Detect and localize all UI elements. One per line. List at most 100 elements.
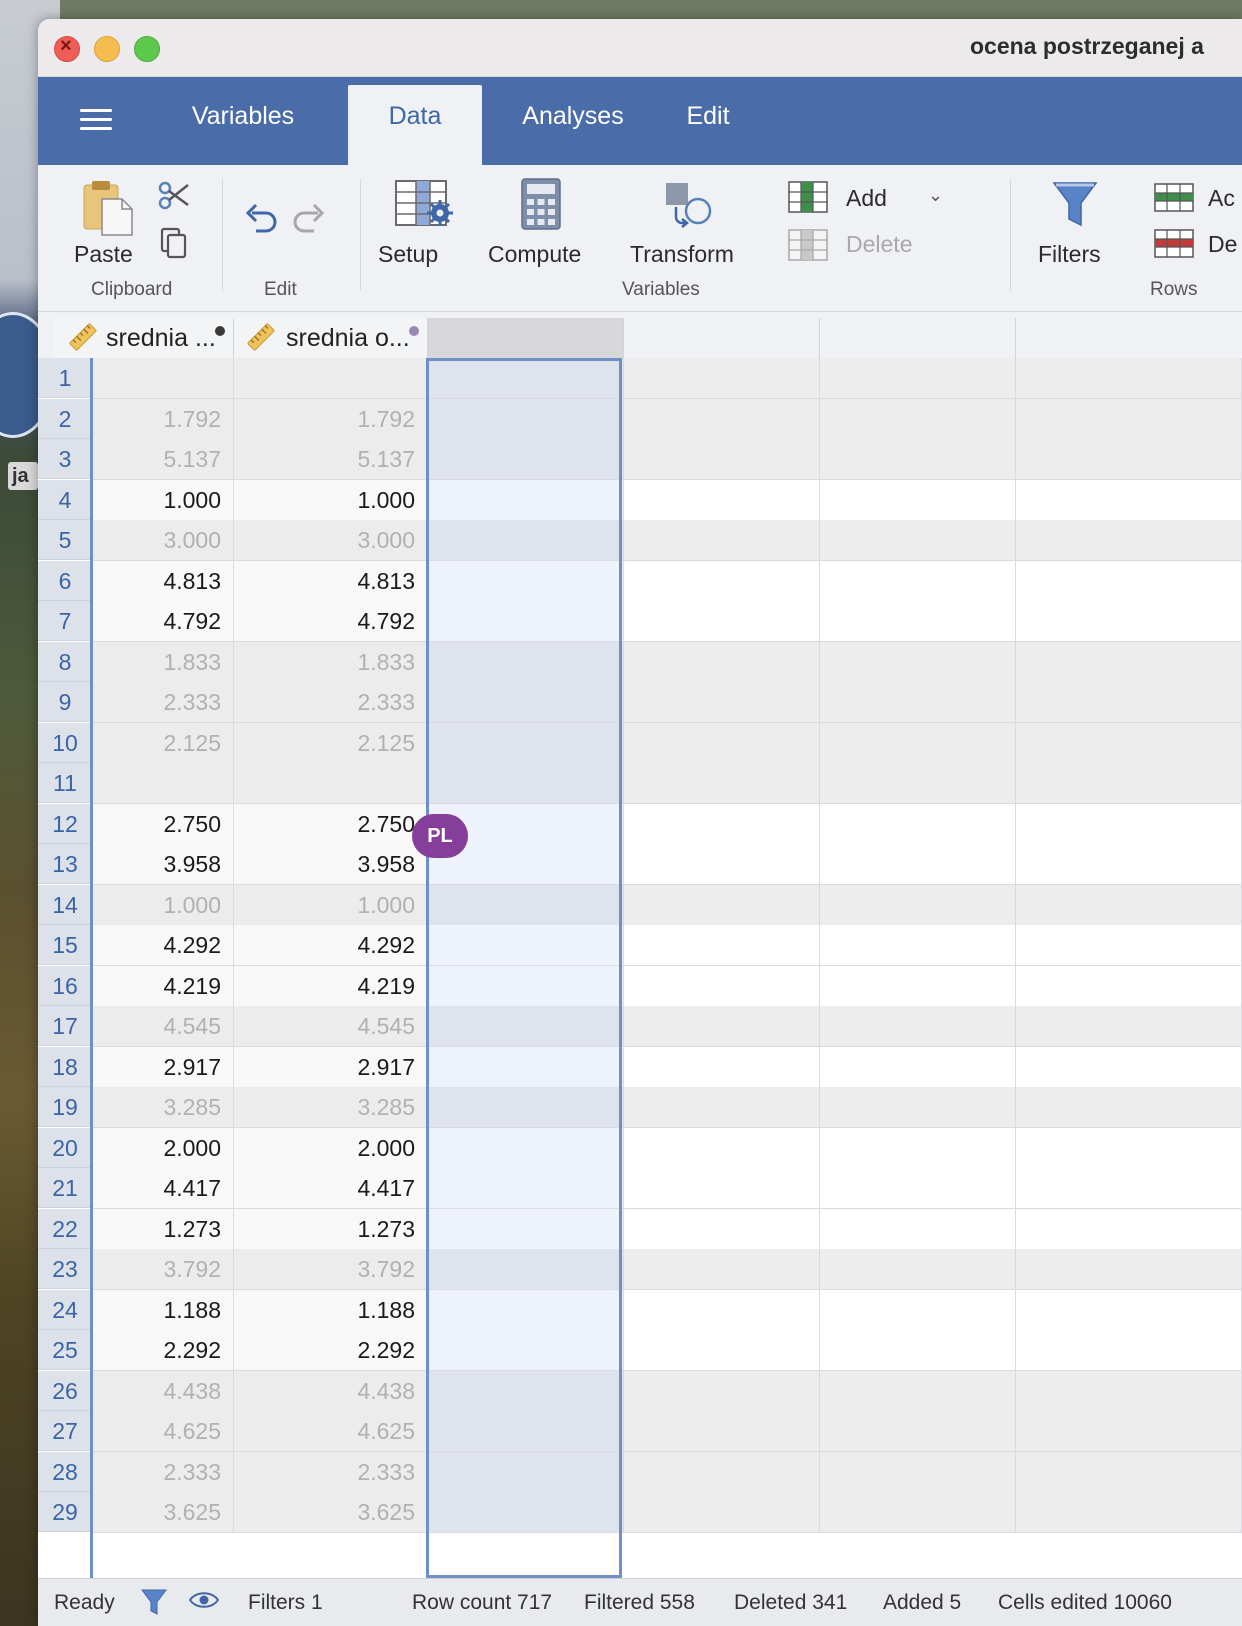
empty-cell[interactable]	[820, 844, 1016, 885]
data-cell[interactable]: 4.813	[234, 560, 428, 602]
row-number[interactable]: 27	[38, 1411, 92, 1451]
redo-icon[interactable]	[292, 201, 326, 240]
empty-cell[interactable]	[428, 1046, 624, 1088]
empty-cell[interactable]	[820, 682, 1016, 723]
empty-cell[interactable]	[624, 1411, 820, 1452]
empty-cell[interactable]	[1016, 1046, 1242, 1088]
row-number[interactable]: 3	[38, 439, 92, 479]
row-number[interactable]: 1	[38, 358, 92, 398]
eye-icon[interactable]	[188, 1589, 220, 1617]
empty-cell[interactable]	[1016, 1127, 1242, 1169]
empty-cell[interactable]	[820, 1087, 1016, 1128]
empty-cell[interactable]	[428, 439, 624, 480]
empty-cell[interactable]	[624, 1249, 820, 1290]
data-cell[interactable]: 2.333	[92, 682, 234, 723]
empty-cell[interactable]	[428, 965, 624, 1007]
empty-cell[interactable]	[820, 398, 1016, 440]
empty-cell[interactable]	[428, 1451, 624, 1493]
empty-cell[interactable]	[624, 1127, 820, 1169]
data-cell[interactable]: 2.917	[234, 1046, 428, 1088]
data-cell[interactable]: 1.000	[234, 479, 428, 521]
empty-cell[interactable]	[624, 1208, 820, 1250]
empty-cell[interactable]	[820, 1370, 1016, 1412]
data-cell[interactable]: 5.137	[92, 439, 234, 480]
row-number[interactable]: 22	[38, 1208, 92, 1249]
data-cell[interactable]: 2.333	[92, 1451, 234, 1493]
empty-cell[interactable]	[428, 1208, 624, 1250]
data-cell[interactable]: 2.333	[234, 1451, 428, 1493]
empty-cell[interactable]	[820, 722, 1016, 764]
empty-cell[interactable]	[820, 520, 1016, 561]
data-cell[interactable]: 2.292	[234, 1330, 428, 1371]
empty-cell[interactable]	[820, 803, 1016, 845]
row-number[interactable]: 18	[38, 1046, 92, 1087]
empty-cell[interactable]	[624, 479, 820, 521]
add-column-icon[interactable]	[788, 181, 830, 220]
row-number[interactable]: 11	[38, 763, 92, 803]
empty-cell[interactable]	[428, 520, 624, 561]
empty-cell[interactable]	[1016, 641, 1242, 683]
empty-cell[interactable]	[820, 1127, 1016, 1169]
empty-cell[interactable]	[1016, 1451, 1242, 1493]
zoom-window-button[interactable]	[134, 36, 160, 62]
empty-cell[interactable]	[624, 884, 820, 926]
column-header-empty-selected[interactable]	[428, 318, 624, 358]
empty-cell[interactable]	[624, 1330, 820, 1371]
copy-icon[interactable]	[160, 227, 188, 264]
data-cell[interactable]: 1.000	[92, 884, 234, 926]
empty-cell[interactable]	[1016, 763, 1242, 804]
empty-cell[interactable]	[428, 1411, 624, 1452]
empty-cell[interactable]	[1016, 1492, 1242, 1533]
empty-cell[interactable]	[428, 398, 624, 440]
transform-button[interactable]: Transform	[630, 241, 734, 268]
empty-cell[interactable]	[1016, 358, 1242, 399]
column-header-srednia-1[interactable]: srednia ...	[54, 318, 234, 358]
empty-cell[interactable]	[820, 1289, 1016, 1331]
data-cell[interactable]: 1.000	[92, 479, 234, 521]
empty-cell[interactable]	[820, 439, 1016, 480]
empty-cell[interactable]	[820, 925, 1016, 966]
data-cell[interactable]: 3.625	[234, 1492, 428, 1533]
empty-cell[interactable]	[820, 1492, 1016, 1533]
data-cell[interactable]: 4.625	[92, 1411, 234, 1452]
empty-cell[interactable]	[428, 722, 624, 764]
data-cell[interactable]: 1.188	[92, 1289, 234, 1331]
row-number[interactable]: 8	[38, 641, 92, 682]
data-cell[interactable]: 1.188	[234, 1289, 428, 1331]
data-cell[interactable]: 4.545	[92, 1006, 234, 1047]
data-cell[interactable]: 4.292	[92, 925, 234, 966]
compute-button[interactable]: Compute	[488, 241, 581, 268]
add-row-button[interactable]: Ac	[1208, 185, 1235, 212]
empty-cell[interactable]	[624, 601, 820, 642]
empty-cell[interactable]	[624, 1451, 820, 1493]
data-cell[interactable]	[92, 358, 234, 399]
empty-cell[interactable]	[1016, 1330, 1242, 1371]
empty-cell[interactable]	[820, 1168, 1016, 1209]
add-dropdown-chevron-icon[interactable]: ⌄	[928, 185, 943, 206]
empty-cell[interactable]	[428, 1127, 624, 1169]
empty-cell[interactable]	[820, 884, 1016, 926]
empty-cell[interactable]	[820, 1249, 1016, 1290]
data-cell[interactable]: 2.917	[92, 1046, 234, 1088]
data-cell[interactable]: 3.958	[234, 844, 428, 885]
empty-cell[interactable]	[624, 439, 820, 480]
empty-cell[interactable]	[624, 1087, 820, 1128]
row-number[interactable]: 24	[38, 1289, 92, 1330]
empty-cell[interactable]	[624, 398, 820, 440]
data-cell[interactable]	[92, 763, 234, 804]
filter-status-icon[interactable]	[140, 1587, 168, 1623]
empty-cell[interactable]	[820, 1411, 1016, 1452]
data-cell[interactable]: 1.000	[234, 884, 428, 926]
column-header-empty[interactable]	[820, 318, 1016, 358]
empty-cell[interactable]	[1016, 520, 1242, 561]
empty-cell[interactable]	[820, 641, 1016, 683]
data-cell[interactable]: 4.792	[234, 601, 428, 642]
data-cell[interactable]: 5.137	[234, 439, 428, 480]
row-number[interactable]: 28	[38, 1451, 92, 1492]
data-cell[interactable]: 1.833	[92, 641, 234, 683]
column-header-empty[interactable]	[624, 318, 820, 358]
data-cell[interactable]: 1.273	[92, 1208, 234, 1250]
delete-row-button[interactable]: De	[1208, 231, 1237, 258]
data-cell[interactable]	[234, 358, 428, 399]
empty-cell[interactable]	[428, 1370, 624, 1412]
